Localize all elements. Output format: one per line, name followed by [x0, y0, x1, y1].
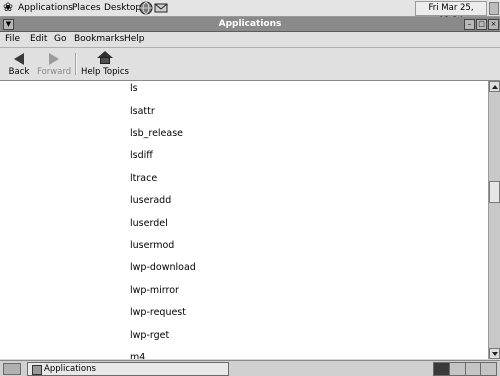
clock[interactable]: Fri Mar 25, 13:24 [415, 1, 487, 26]
menu-edit[interactable]: Edit [30, 34, 47, 45]
back-label: Back [8, 67, 30, 77]
taskbar-label: Applications [44, 364, 96, 374]
list-item[interactable]: lusermod [130, 240, 174, 251]
places-menu[interactable]: Places [72, 3, 101, 13]
toolbar-separator [75, 53, 77, 75]
window-title-bar[interactable]: ▼ Applications – □ × [0, 17, 500, 32]
list-item[interactable]: lsb_release [130, 128, 183, 139]
menu-go[interactable]: Go [54, 34, 66, 45]
workspace-4[interactable] [481, 363, 496, 375]
home-icon [97, 51, 113, 65]
list-item[interactable]: lwp-download [130, 262, 196, 273]
scroll-down-button[interactable] [489, 348, 500, 359]
scroll-up-button[interactable] [489, 81, 500, 92]
window-title: Applications [218, 19, 282, 29]
menu-file[interactable]: File [5, 34, 20, 45]
list-item[interactable]: lsattr [130, 106, 155, 117]
top-panel: ❀ Applications Places Desktop Fri Mar 25… [0, 0, 500, 26]
arrow-up-icon [492, 85, 498, 89]
workspace-1[interactable] [434, 363, 450, 375]
back-button[interactable]: Back [6, 50, 32, 77]
maximize-button[interactable]: □ [476, 19, 487, 30]
window-icon [32, 365, 42, 375]
content-pane: ls lsattr lsb_release lsdiff ltrace luse… [0, 81, 488, 359]
close-button[interactable]: × [488, 19, 499, 30]
list-item[interactable]: m4 [130, 352, 145, 359]
menu-help[interactable]: Help [124, 34, 145, 45]
desktop-menu[interactable]: Desktop [104, 3, 141, 13]
list-item[interactable]: ltrace [130, 173, 157, 184]
toolbar: Back Forward Help Topics [0, 48, 500, 81]
help-topics-button[interactable]: Help Topics [80, 50, 130, 77]
forward-button[interactable]: Forward [37, 50, 71, 77]
workspace-switcher[interactable] [433, 362, 497, 376]
arrow-down-icon [492, 352, 498, 356]
list-item[interactable]: lwp-request [130, 307, 186, 318]
forward-arrow-icon [49, 53, 59, 65]
taskbar-applications-button[interactable]: Applications [27, 362, 229, 376]
list-item[interactable]: ls [130, 83, 138, 94]
applications-menu[interactable]: Applications [18, 3, 73, 13]
show-desktop-icon[interactable] [3, 363, 21, 375]
list-item[interactable]: lwp-rget [130, 330, 169, 341]
menu-bookmarks[interactable]: Bookmarks [74, 34, 124, 45]
help-topics-label: Help Topics [81, 67, 129, 77]
vertical-scrollbar[interactable] [488, 81, 500, 359]
gnome-foot-icon[interactable]: ❀ [3, 1, 15, 14]
back-arrow-icon [14, 53, 24, 65]
list-item[interactable]: luserdel [130, 218, 168, 229]
minimize-button[interactable]: – [464, 19, 475, 30]
notification-area[interactable] [489, 2, 499, 15]
workspace-2[interactable] [449, 363, 466, 375]
menubar: File Edit Go Bookmarks Help [0, 32, 500, 48]
list-item[interactable]: lsdiff [130, 150, 153, 161]
bottom-panel: Applications [0, 360, 500, 376]
forward-label: Forward [37, 67, 72, 77]
list-item[interactable]: lwp-mirror [130, 285, 179, 296]
globe-icon[interactable] [139, 1, 153, 15]
workspace-3[interactable] [465, 363, 482, 375]
scrollbar-thumb[interactable] [489, 181, 500, 203]
list-item[interactable]: luseradd [130, 195, 171, 206]
mail-icon[interactable] [154, 2, 168, 14]
